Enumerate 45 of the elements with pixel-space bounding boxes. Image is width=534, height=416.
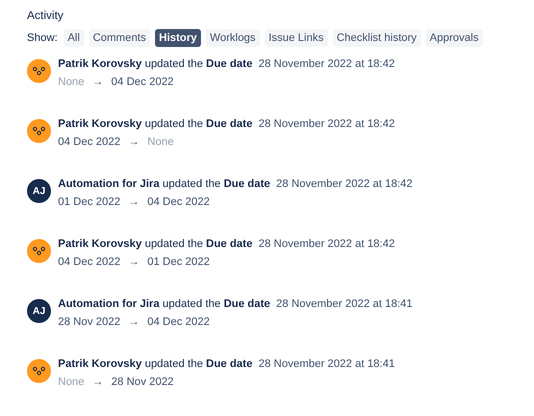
- arrow: →: [128, 316, 140, 328]
- filter-label: Show:: [27, 32, 58, 44]
- avatar-icon: [27, 119, 51, 143]
- arrow: →: [128, 136, 140, 148]
- old-value: 04 Dec 2022: [58, 256, 120, 268]
- filter-tab[interactable]: Issue Links: [264, 29, 328, 47]
- activity-summary: Automation for Jira updated the Due date: [58, 178, 270, 190]
- new-value: 04 Dec 2022: [147, 316, 210, 328]
- old-value: 28 Nov 2022: [58, 316, 120, 328]
- old-value: None: [58, 376, 84, 388]
- timestamp: 28 November 2022 at 18:42: [258, 58, 395, 70]
- avatar: AJ: [27, 179, 51, 203]
- section-heading: Activity: [27, 10, 64, 24]
- filter-tab[interactable]: Approvals: [426, 29, 483, 47]
- arrow: →: [128, 256, 140, 268]
- arrow: →: [92, 76, 104, 88]
- timestamp: 28 November 2022 at 18:42: [258, 118, 395, 130]
- timestamp: 28 November 2022 at 18:42: [258, 238, 395, 250]
- filter-tab[interactable]: History: [155, 29, 201, 47]
- timestamp: 28 November 2022 at 18:41: [258, 358, 395, 370]
- avatar-icon: [27, 359, 51, 383]
- filter-tab[interactable]: Worklogs: [206, 29, 260, 47]
- filter-tab[interactable]: All: [64, 29, 84, 47]
- old-value: 01 Dec 2022: [58, 196, 120, 208]
- new-value: None: [147, 136, 174, 148]
- activity-summary: Automation for Jira updated the Due date: [58, 298, 270, 310]
- timestamp: 28 November 2022 at 18:42: [276, 178, 413, 190]
- avatar: AJ: [27, 299, 51, 323]
- old-value: None: [58, 76, 84, 88]
- new-value: 04 Dec 2022: [111, 76, 174, 88]
- arrow: →: [92, 376, 104, 388]
- old-value: 04 Dec 2022: [58, 136, 120, 148]
- avatar-icon: [27, 59, 51, 83]
- new-value: 28 Nov 2022: [111, 376, 174, 388]
- filter-tab[interactable]: Checklist history: [332, 29, 421, 47]
- new-value: 01 Dec 2022: [147, 256, 210, 268]
- timestamp: 28 November 2022 at 18:41: [276, 298, 413, 310]
- filter-tab[interactable]: Comments: [88, 29, 150, 47]
- activity-summary: Patrik Korovsky updated the Due date: [58, 358, 252, 370]
- activity-summary: Patrik Korovsky updated the Due date: [58, 118, 252, 130]
- activity-summary: Patrik Korovsky updated the Due date: [58, 58, 252, 70]
- arrow: →: [128, 196, 140, 208]
- new-value: 04 Dec 2022: [147, 196, 210, 208]
- activity-summary: Patrik Korovsky updated the Due date: [58, 238, 252, 250]
- avatar-icon: [27, 239, 51, 263]
